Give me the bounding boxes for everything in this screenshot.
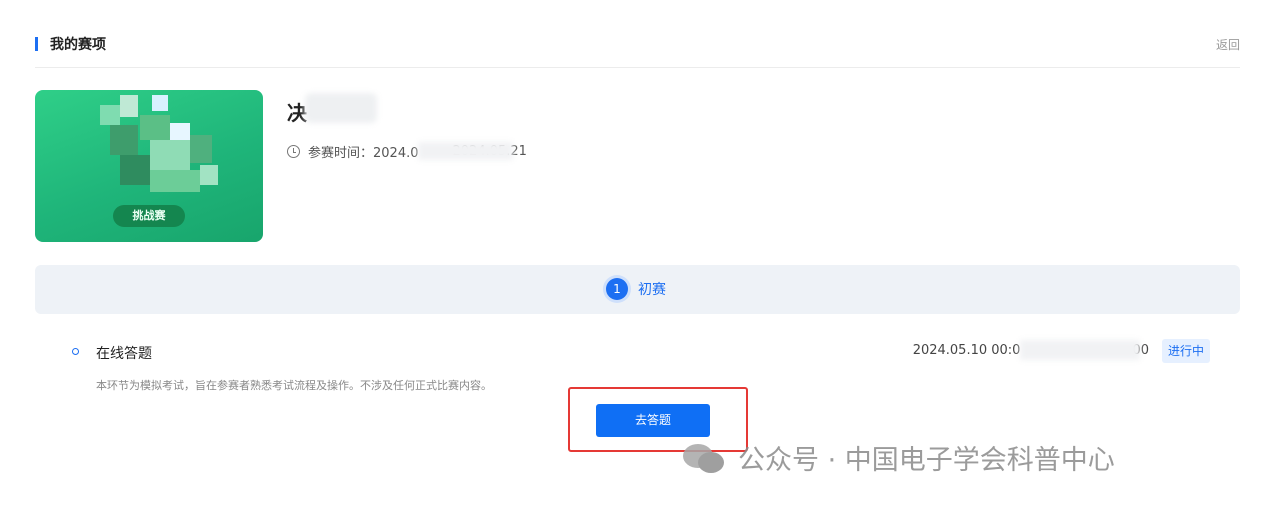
- back-link[interactable]: 返回: [1216, 36, 1240, 53]
- event-name: 决: [287, 101, 307, 125]
- clock-icon: [287, 145, 300, 158]
- bullet-dot-icon: [72, 348, 79, 355]
- stage-step[interactable]: 1 初赛: [606, 278, 666, 300]
- task-time-start: 2024.05.10 00:0: [912, 343, 1021, 358]
- section-header: 我的赛项 返回: [35, 28, 1240, 68]
- watermark: 公众号 · 中国电子学会科普中心: [680, 438, 1115, 477]
- cover-illustration: [90, 95, 230, 205]
- redacted-block: [305, 93, 377, 123]
- status-badge: 进行中: [1161, 339, 1210, 363]
- title-accent-bar: [35, 37, 38, 51]
- watermark-text: 公众号 · 中国电子学会科普中心: [738, 445, 1115, 476]
- event-time-label: 参赛时间：2024.0: [308, 146, 419, 161]
- step-label: 初赛: [638, 282, 666, 298]
- redacted-block: [1020, 340, 1140, 360]
- cover-tag: 挑战赛: [113, 205, 185, 227]
- step-number: 1: [606, 278, 628, 300]
- wechat-icon: [680, 439, 730, 477]
- task-description: 本环节为模拟考试，旨在参赛者熟悉考试流程及操作。不涉及任何正式比赛内容。: [96, 379, 492, 392]
- task-name: 在线答题: [96, 346, 152, 362]
- event-cover-image: 挑战赛: [35, 90, 263, 242]
- redacted-block: [418, 142, 513, 160]
- page-title: 我的赛项: [50, 37, 106, 53]
- stage-steps: 1 初赛: [35, 265, 1240, 314]
